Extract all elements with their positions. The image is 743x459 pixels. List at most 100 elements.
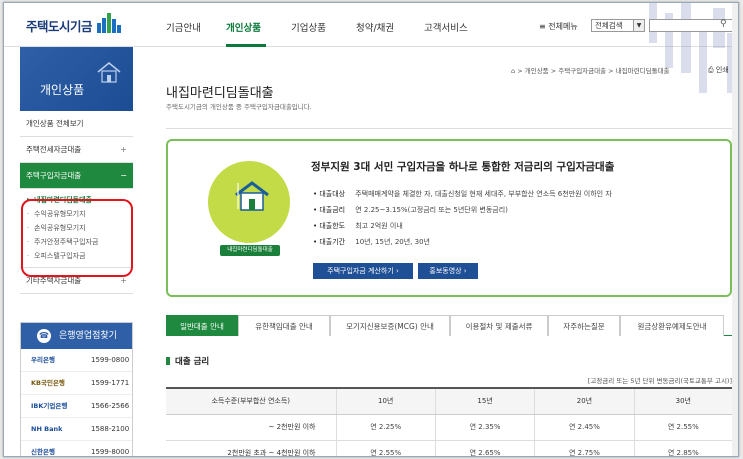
table-cell: 연 2.35% (434, 414, 535, 441)
bank-finder-title: 은행영업점찾기 (59, 331, 117, 341)
table-cell: 연 2.55% (335, 440, 436, 456)
promo-row-value: 10년, 15년, 20년, 30년 (355, 238, 430, 246)
search-scope-select[interactable]: 전체검색 ▼ (591, 19, 645, 32)
tab-bar: 일반대출 안내 유한책임대출 안내 모기지신용보증(MCG) 안내 이용절차 및… (166, 315, 732, 336)
sidebar-item-label: 기타주택자금대출 (26, 276, 82, 285)
table-header: 15년 (434, 388, 535, 415)
bank-name: 신한은행 (31, 448, 55, 456)
page-subtitle: 주택도시기금의 개인상품 중 주택구입자금대출입니다. (166, 103, 312, 111)
bank-finder-header[interactable]: ☎ 은행영업점찾기 (21, 323, 132, 349)
bank-row[interactable]: 신한은행 1599-8000 (21, 441, 132, 456)
nav-customer-service[interactable]: 고객서비스 (424, 20, 468, 34)
table-cell: 연 2.45% (534, 414, 635, 441)
vertical-scrollbar[interactable] (732, 3, 738, 456)
nav-business-products[interactable]: 기업상품 (291, 20, 326, 34)
expand-icon[interactable]: + (120, 137, 127, 163)
table-header: 소득수준(부부합산 연소득) (166, 388, 336, 415)
bank-name: KB국민은행 (31, 379, 65, 387)
bank-name: NH Bank (31, 425, 63, 433)
print-icon: ⎙ (708, 66, 714, 74)
browser-frame: 주택도시기금 기금안내 개인상품 기업상품 청약/채권 고객서비스 ≡ 전체메뉴… (3, 2, 739, 457)
search-scope-value: 전체검색 (595, 21, 623, 30)
promo-video-button[interactable]: 홍보동영상 › (418, 263, 478, 279)
tab-repayment-deferral[interactable]: 원금상환유예제도안내 (620, 315, 724, 336)
divider (166, 128, 732, 129)
promo-row-value: 연 2.25~3.15%(고정금리 또는 5년단위 변동금리) (355, 206, 508, 214)
chevron-down-icon: ▼ (633, 20, 644, 31)
table-cell: 연 2.55% (633, 414, 732, 441)
highlight-annotation (21, 199, 133, 277)
tab-limited-liability-loan[interactable]: 유한책임대출 안내 (238, 315, 330, 336)
breadcrumb-item[interactable]: 주택구입자금대출 (558, 67, 606, 75)
product-illustration: 내집마련디딤돌대출 (208, 161, 290, 256)
table-header: 10년 (335, 388, 436, 415)
phone-icon: ☎ (37, 329, 51, 343)
promo-row-key: 대출한도 (313, 221, 353, 231)
table-cell: 연 2.85% (633, 440, 732, 456)
print-label: 인쇄 (715, 66, 729, 74)
bank-phone: 1599-1771 (91, 379, 130, 387)
tab-general-loan[interactable]: 일반대출 안내 (166, 315, 238, 336)
bank-name: IBK기업은행 (31, 402, 68, 410)
sidebar-item-purchase-loan[interactable]: 주택구입자금대출 − (20, 163, 133, 189)
home-icon[interactable]: ⌂ (511, 67, 515, 75)
sidebar-item-all-products[interactable]: 개인상품 전체보기 (20, 111, 133, 137)
product-badge: 내집마련디딤돌대출 (220, 245, 280, 256)
promo-row-limit: 대출한도 최고 2억원 이내 (313, 221, 403, 231)
product-summary-card: 내집마련디딤돌대출 정부지원 3대 서민 구입자금을 하나로 통합한 저금리의 … (166, 139, 732, 297)
bank-row[interactable]: KB국민은행 1599-1771 (21, 372, 132, 395)
promo-row-key: 대출금리 (313, 205, 353, 215)
sidebar-item-label: 주택구입자금대출 (26, 171, 82, 180)
table-cell: 연 2.25% (335, 414, 436, 441)
sidebar-title: 개인상품 (40, 83, 85, 97)
sidebar-item-label: 주택전세자금대출 (26, 145, 82, 154)
top-header: 주택도시기금 기금안내 개인상품 기업상품 청약/채권 고객서비스 ≡ 전체메뉴… (4, 3, 738, 93)
sidebar-item-label: 개인상품 전체보기 (26, 119, 84, 128)
breadcrumb-item[interactable]: 개인상품 (525, 67, 549, 75)
main-content: ⌂ > 개인상품 > 주택구입자금대출 > 내집마련디딤돌대출 ⎙ 인쇄 내집마… (148, 47, 738, 456)
bank-phone: 1588-2100 (91, 425, 130, 433)
table-cell: ~ 2천만원 이하 (166, 414, 336, 441)
bank-phone: 1566-2566 (91, 402, 130, 410)
table-row: 2천만원 초과 ~ 4천만원 이하 연 2.55% 연 2.65% 연 2.75… (166, 440, 732, 456)
search-icon[interactable]: ⚲ (720, 19, 727, 29)
table-cell: 연 2.75% (534, 440, 635, 456)
section-title-text: 대출 금리 (175, 357, 210, 367)
table-header: 30년 (633, 388, 732, 415)
sidebar-item-jeonse-loan[interactable]: 주택전세자금대출 + (20, 137, 133, 163)
loan-calculator-button[interactable]: 주택구입자금 계산하기 › (313, 263, 413, 279)
all-menu-button[interactable]: ≡ 전체메뉴 (539, 21, 578, 32)
bank-row[interactable]: 우리은행 1599-0800 (21, 349, 132, 372)
table-header: 20년 (534, 388, 635, 415)
bank-phone: 1599-0800 (91, 356, 130, 364)
nav-fund-info[interactable]: 기금안내 (166, 20, 201, 34)
promo-row-rate: 대출금리 연 2.25~3.15%(고정금리 또는 5년단위 변동금리) (313, 205, 508, 215)
nav-subscription-bonds[interactable]: 청약/채권 (356, 20, 394, 34)
promo-row-period: 대출기간 10년, 15년, 20년, 30년 (313, 237, 430, 247)
tab-mcg-guarantee[interactable]: 모기지신용보증(MCG) 안내 (330, 315, 450, 336)
house-icon (97, 62, 121, 83)
table-cell: 연 2.65% (434, 440, 535, 456)
promo-row-key: 대출기간 (313, 237, 353, 247)
tab-faq[interactable]: 자주하는질문 (548, 315, 620, 336)
logo-mark-icon (97, 13, 125, 33)
logo[interactable]: 주택도시기금 (26, 16, 93, 35)
promo-row-value: 최고 2억원 이내 (355, 222, 403, 230)
tab-procedure-documents[interactable]: 이용절차 및 제출서류 (450, 315, 548, 336)
page-title: 내집마련디딤돌대출 (166, 86, 274, 101)
bank-row[interactable]: NH Bank 1588-2100 (21, 418, 132, 441)
rate-table: 소득수준(부부합산 연소득) 10년 15년 20년 30년 ~ 2천만원 이하… (166, 387, 732, 456)
print-button[interactable]: ⎙ 인쇄 (708, 65, 729, 75)
sidebar-header: 개인상품 (20, 47, 133, 111)
collapse-icon[interactable]: − (120, 163, 127, 189)
table-note: [고정금리 또는 5년 단위 변동금리(국토교통부 고시)] (587, 377, 732, 385)
breadcrumb-item[interactable]: 내집마련디딤돌대출 (616, 67, 670, 75)
nav-personal-products[interactable]: 개인상품 (226, 20, 261, 34)
promo-row-key: 대출대상 (313, 189, 353, 199)
table-cell: 2천만원 초과 ~ 4천만원 이하 (166, 440, 336, 456)
promo-row-target: 대출대상 주택매매계약을 체결한 자, 대출신청일 현재 세대주, 부부합산 연… (313, 189, 611, 199)
bank-phone: 1599-8000 (91, 448, 130, 456)
section-title: 대출 금리 (166, 355, 209, 367)
bank-name: 우리은행 (31, 356, 55, 364)
bank-row[interactable]: IBK기업은행 1566-2566 (21, 395, 132, 418)
